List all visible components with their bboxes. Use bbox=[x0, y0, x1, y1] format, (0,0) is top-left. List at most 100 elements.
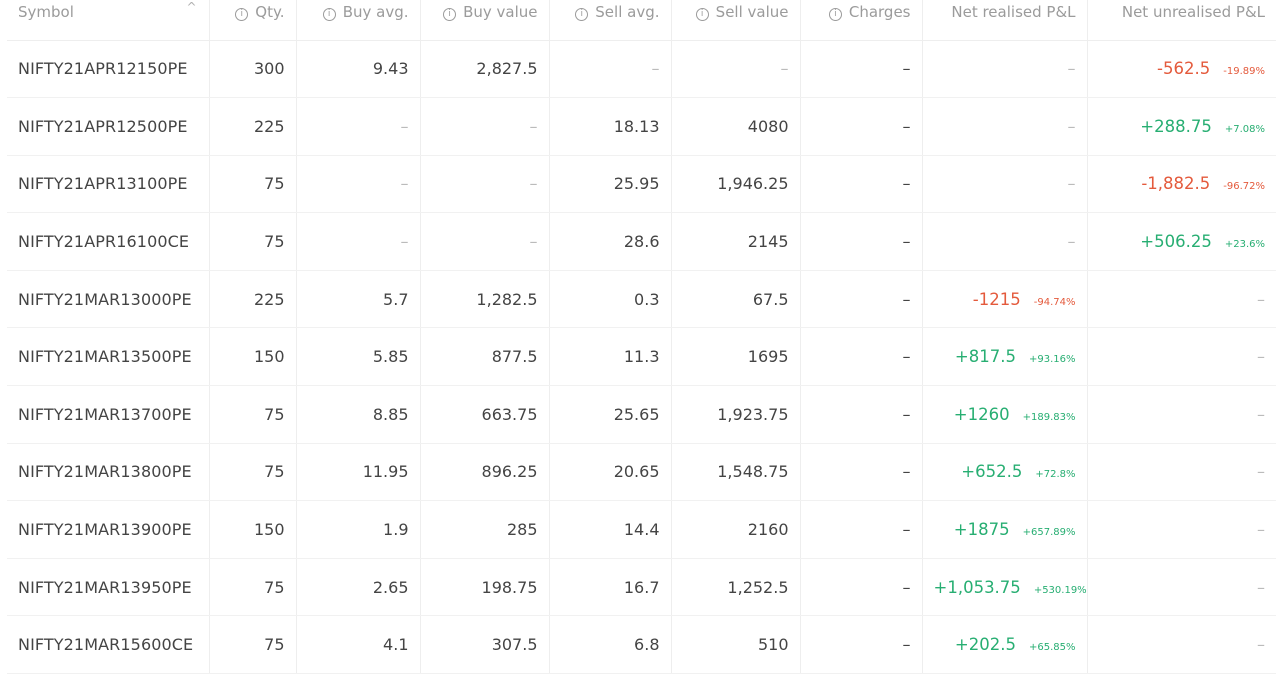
empty-value: – bbox=[1257, 289, 1265, 309]
pnl-amount: +1,053.75 bbox=[933, 577, 1021, 597]
empty-value: – bbox=[902, 59, 911, 79]
pnl-percentage: +93.16% bbox=[1028, 354, 1076, 366]
column-header-buy-avg[interactable]: i Buy avg. bbox=[296, 0, 421, 41]
table-row[interactable]: NIFTY21MAR13500PE 150 5.85 877.5 11.3 1695 – +8… bbox=[7, 327, 1276, 387]
table-row[interactable]: NIFTY21MAR13950PE 75 2.65 198.75 16.7 1,252.5… bbox=[7, 558, 1276, 617]
pnl-percentage: +530.19% bbox=[1033, 584, 1087, 596]
buy-avg-cell: 1.9 bbox=[296, 500, 421, 559]
empty-value: – bbox=[1067, 232, 1076, 252]
pnl-value: -1,882.5 -96.72% bbox=[1141, 174, 1265, 193]
buy-value-cell: – bbox=[420, 212, 550, 271]
pnl-table-container: Symbol ^ i Qty. i Buy avg. i Buy value i Sell avg… bbox=[0, 0, 1280, 674]
pnl-value: +652.5 +72.8% bbox=[961, 462, 1075, 481]
pnl-amount: +288.75 bbox=[1140, 116, 1212, 136]
column-header-label: Symbol bbox=[18, 3, 74, 21]
empty-value: – bbox=[529, 232, 538, 252]
table-row[interactable]: NIFTY21MAR13800PE 75 11.95 896.25 20.65 1,548… bbox=[7, 443, 1276, 502]
info-icon[interactable]: i bbox=[695, 8, 709, 21]
charges-cell: – bbox=[800, 270, 923, 329]
symbol-cell[interactable]: NIFTY21MAR13500PE bbox=[7, 327, 210, 387]
table-row[interactable]: NIFTY21APR12500PE 225– –18.13 4080– – +288.75… bbox=[7, 97, 1276, 156]
info-icon[interactable]: i bbox=[235, 8, 249, 21]
empty-value: – bbox=[1067, 116, 1076, 136]
pnl-percentage: -19.89% bbox=[1223, 66, 1265, 78]
table-row[interactable]: NIFTY21MAR13000PE 225 5.7 1,282.5 0.3 67.5 – -1… bbox=[7, 270, 1276, 329]
buy-value-cell: 877.5 bbox=[420, 327, 550, 387]
buy-value-cell: – bbox=[420, 97, 550, 156]
info-icon[interactable]: i bbox=[828, 8, 842, 21]
empty-value: – bbox=[1257, 347, 1265, 367]
sell-value-cell: 1,548.75 bbox=[671, 443, 801, 502]
column-header-sell-value[interactable]: i Sell value bbox=[671, 0, 801, 41]
table-row[interactable]: NIFTY21APR12150PE 300 9.43 2,827.5 – – – – -562.… bbox=[7, 40, 1276, 99]
net-realised-pnl-cell: – bbox=[922, 155, 1088, 214]
info-icon[interactable]: i bbox=[322, 8, 336, 21]
column-header-buy-value[interactable]: i Buy value bbox=[420, 0, 550, 41]
symbol-cell[interactable]: NIFTY21MAR13800PE bbox=[7, 443, 210, 502]
table-row[interactable]: NIFTY21APR16100CE 75– –28.6 2145– – +506.25 +2… bbox=[7, 212, 1276, 271]
symbol-cell[interactable]: NIFTY21MAR13900PE bbox=[7, 500, 210, 559]
symbol-cell[interactable]: NIFTY21MAR15600CE bbox=[7, 615, 210, 674]
qty-cell: 225 bbox=[209, 270, 297, 329]
pnl-value: +202.5 +65.85% bbox=[955, 635, 1076, 654]
net-unrealised-pnl-cell: – bbox=[1087, 615, 1276, 674]
symbol-cell[interactable]: NIFTY21APR16100CE bbox=[7, 212, 210, 271]
charges-cell: – bbox=[800, 155, 923, 214]
charges-cell: – bbox=[800, 500, 923, 559]
symbol-cell[interactable]: NIFTY21MAR13700PE bbox=[7, 385, 210, 444]
pnl-percentage: +7.08% bbox=[1224, 123, 1265, 135]
table-row[interactable]: NIFTY21MAR13900PE 150 1.9 285 14.4 2160 – +1875… bbox=[7, 500, 1276, 559]
pnl-percentage: -96.72% bbox=[1223, 181, 1265, 193]
sell-value-cell: – bbox=[671, 40, 801, 99]
charges-cell: – bbox=[800, 443, 923, 502]
sell-value-cell: 67.5 bbox=[671, 270, 801, 329]
net-realised-pnl-cell: – bbox=[922, 212, 1088, 271]
buy-avg-cell: – bbox=[296, 212, 421, 271]
sell-value-cell: 4080 bbox=[671, 97, 801, 156]
table-row[interactable]: NIFTY21MAR15600CE 75 4.1 307.5 6.8 510 – +202.5… bbox=[7, 615, 1276, 674]
empty-value: – bbox=[400, 174, 409, 194]
info-icon[interactable]: i bbox=[575, 8, 589, 21]
column-header-qty[interactable]: i Qty. bbox=[209, 0, 297, 41]
empty-value: – bbox=[902, 635, 911, 655]
qty-cell: 75 bbox=[209, 558, 297, 617]
symbol-cell[interactable]: NIFTY21APR12500PE bbox=[7, 97, 210, 156]
charges-cell: – bbox=[800, 40, 923, 99]
qty-cell: 75 bbox=[209, 615, 297, 674]
column-header-net-realised-pnl[interactable]: Net realised P&L bbox=[922, 0, 1088, 41]
qty-cell: 75 bbox=[209, 212, 297, 271]
symbol-cell[interactable]: NIFTY21MAR13000PE bbox=[7, 270, 210, 329]
net-unrealised-pnl-cell: +288.75 +7.08% bbox=[1087, 97, 1276, 156]
sell-avg-cell: 14.4 bbox=[549, 500, 672, 559]
empty-value: – bbox=[1257, 577, 1265, 597]
empty-value: – bbox=[902, 174, 911, 194]
pnl-value: -1215 -94.74% bbox=[973, 290, 1076, 309]
empty-value: – bbox=[1257, 462, 1265, 482]
table-row[interactable]: NIFTY21APR13100PE 75– –25.95 1,946.25– – -1,8… bbox=[7, 155, 1276, 214]
table-row[interactable]: NIFTY21MAR13700PE 75 8.85 663.75 25.65 1,923.… bbox=[7, 385, 1276, 444]
empty-value: – bbox=[400, 232, 409, 252]
column-header-symbol[interactable]: Symbol ^ bbox=[7, 0, 210, 41]
column-header-label: Net realised P&L bbox=[951, 3, 1076, 21]
empty-value: – bbox=[529, 116, 538, 136]
info-icon[interactable]: i bbox=[443, 8, 457, 21]
column-header-charges[interactable]: i Charges bbox=[800, 0, 923, 41]
sell-avg-cell: 25.95 bbox=[549, 155, 672, 214]
pnl-amount: -562.5 bbox=[1157, 59, 1211, 79]
symbol-cell[interactable]: NIFTY21APR13100PE bbox=[7, 155, 210, 214]
sell-value-cell: 1695 bbox=[671, 327, 801, 387]
pnl-value: +288.75 +7.08% bbox=[1140, 117, 1265, 136]
column-header-sell-avg[interactable]: i Sell avg. bbox=[549, 0, 672, 41]
symbol-cell[interactable]: NIFTY21APR12150PE bbox=[7, 40, 210, 99]
sell-avg-cell: 6.8 bbox=[549, 615, 672, 674]
sell-avg-cell: 20.65 bbox=[549, 443, 672, 502]
column-header-net-unrealised-pnl[interactable]: Net unrealised P&L bbox=[1087, 0, 1276, 41]
sort-ascending-icon[interactable]: ^ bbox=[186, 0, 196, 14]
symbol-cell[interactable]: NIFTY21MAR13950PE bbox=[7, 558, 210, 617]
buy-value-cell: 2,827.5 bbox=[420, 40, 550, 99]
sell-avg-cell: 16.7 bbox=[549, 558, 672, 617]
sell-avg-cell: 25.65 bbox=[549, 385, 672, 444]
pnl-value: +506.25 +23.6% bbox=[1140, 232, 1265, 251]
empty-value: – bbox=[651, 59, 660, 79]
empty-value: – bbox=[400, 116, 409, 136]
